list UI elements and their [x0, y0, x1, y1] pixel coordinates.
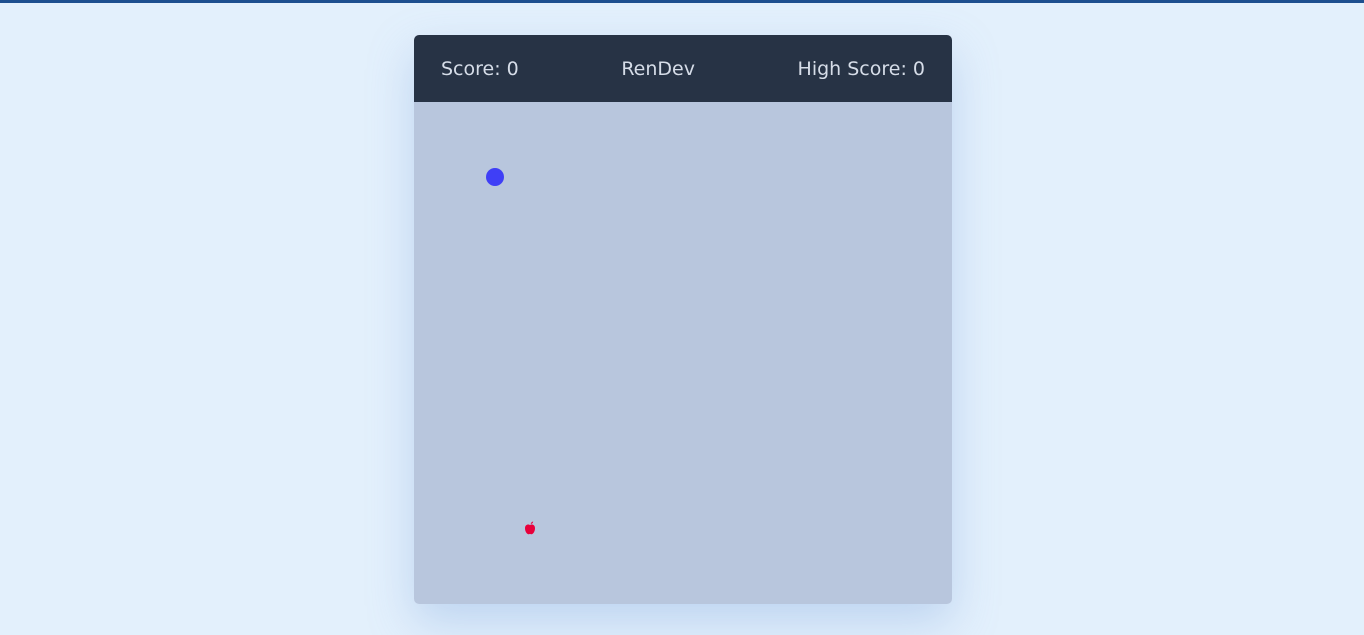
- snake-head: [486, 168, 504, 186]
- apple-icon: [525, 521, 535, 535]
- top-accent-bar: [0, 0, 1364, 3]
- game-container: Score: 0 RenDev High Score: 0: [414, 35, 952, 604]
- game-header: Score: 0 RenDev High Score: 0: [414, 35, 952, 102]
- game-title: RenDev: [621, 57, 695, 80]
- high-score-display: High Score: 0: [797, 57, 925, 80]
- score-display: Score: 0: [441, 57, 519, 80]
- play-board[interactable]: [414, 102, 952, 604]
